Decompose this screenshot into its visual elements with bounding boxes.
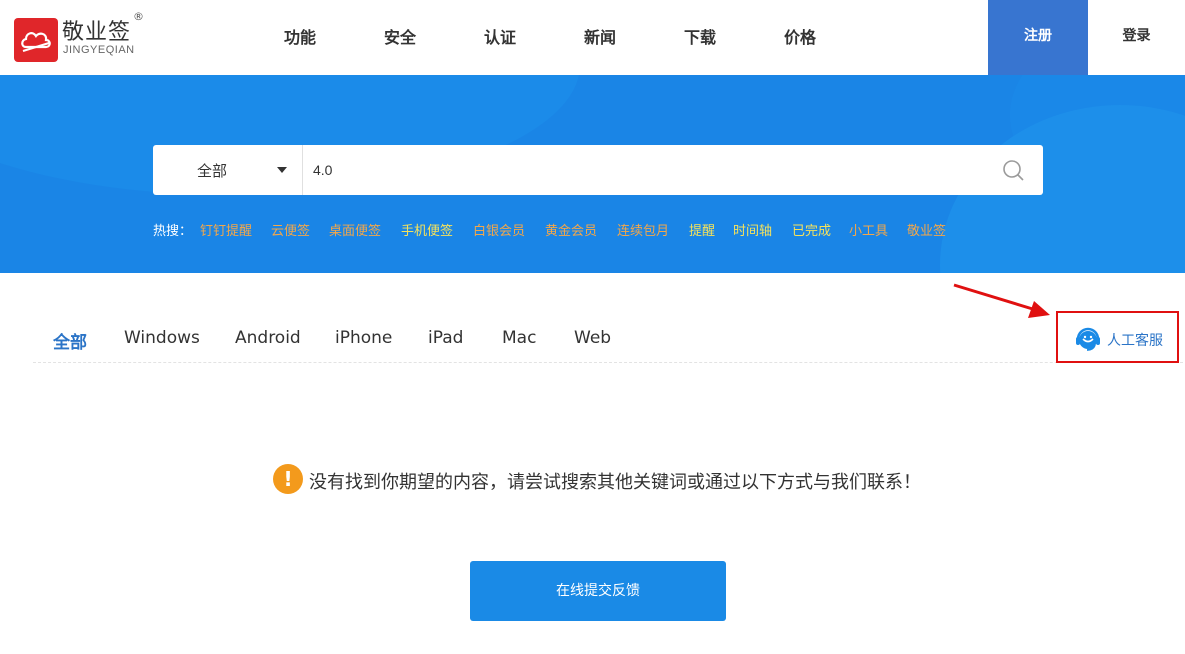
nav-item-security[interactable]: 安全: [350, 24, 450, 48]
tab-android[interactable]: Android: [235, 328, 301, 348]
hot-search-item[interactable]: 小工具: [849, 220, 888, 239]
search-scope-label: 全部: [197, 162, 228, 180]
hot-search-item[interactable]: 云便签: [271, 220, 310, 239]
hot-search-item[interactable]: 黄金会员: [545, 220, 597, 239]
nav-item-certification[interactable]: 认证: [450, 24, 550, 48]
tab-all[interactable]: 全部: [53, 328, 87, 353]
tab-web[interactable]: Web: [574, 328, 611, 348]
search-banner: 全部 热搜： 钉钉提醒 云便签 桌面便签 手机便签 白银会员 黄金会员 连续包月…: [0, 75, 1185, 273]
hot-search-item[interactable]: 桌面便签: [329, 220, 381, 239]
register-button[interactable]: 注册: [988, 0, 1088, 75]
page: 敬业签 ® JINGYEQIAN 功能 安全 认证 新闻 下载 价格 注册 登录…: [0, 0, 1185, 654]
nav-item-news[interactable]: 新闻: [550, 24, 650, 48]
caret-down-icon: [277, 167, 287, 173]
tab-ipad[interactable]: iPad: [428, 328, 463, 348]
customer-service-label: 人工客服: [1107, 333, 1163, 349]
hot-search-item[interactable]: 白银会员: [473, 220, 525, 239]
platform-tabs: 全部 Windows Android iPhone iPad Mac Web: [33, 323, 1183, 363]
hot-search-item[interactable]: 连续包月: [617, 220, 669, 239]
tab-windows[interactable]: Windows: [124, 328, 200, 348]
logo[interactable]: 敬业签 ® JINGYEQIAN: [14, 10, 164, 62]
logo-name: 敬业签: [62, 20, 132, 45]
header: 敬业签 ® JINGYEQIAN 功能 安全 认证 新闻 下载 价格 注册 登录: [0, 0, 1185, 75]
nav-item-pricing[interactable]: 价格: [750, 24, 850, 48]
search-icon[interactable]: [1002, 159, 1024, 181]
hot-searches-label: 热搜：: [153, 224, 193, 239]
search-box: 全部: [153, 145, 1043, 195]
nav-item-features[interactable]: 功能: [250, 24, 350, 48]
headset-icon: [1076, 327, 1100, 351]
submit-feedback-button[interactable]: 在线提交反馈: [470, 561, 726, 621]
hot-search-item[interactable]: 敬业签: [907, 220, 946, 239]
warning-icon: !: [273, 464, 303, 494]
logo-registered-mark: ®: [133, 10, 144, 23]
no-results-text: 没有找到你期望的内容，请尝试搜索其他关键词或通过以下方式与我们联系！: [309, 472, 921, 493]
nav-item-download[interactable]: 下载: [650, 24, 750, 48]
logo-cloud-icon: [14, 18, 58, 62]
search-scope-select[interactable]: 全部: [153, 145, 303, 195]
hot-search-item[interactable]: 已完成: [792, 220, 831, 239]
login-button[interactable]: 登录: [1088, 0, 1185, 75]
tab-iphone[interactable]: iPhone: [335, 328, 392, 348]
tab-mac[interactable]: Mac: [502, 328, 536, 348]
hot-search-item[interactable]: 钉钉提醒: [200, 220, 252, 239]
hot-search-item[interactable]: 时间轴: [733, 220, 772, 239]
logo-name-en: JINGYEQIAN: [63, 44, 135, 56]
search-input[interactable]: [313, 155, 973, 185]
hot-search-item[interactable]: 手机便签: [401, 220, 453, 239]
hot-search-item[interactable]: 提醒: [689, 220, 715, 239]
customer-service-button[interactable]: 人工客服: [1056, 311, 1179, 363]
annotation-arrow: [953, 283, 1050, 318]
